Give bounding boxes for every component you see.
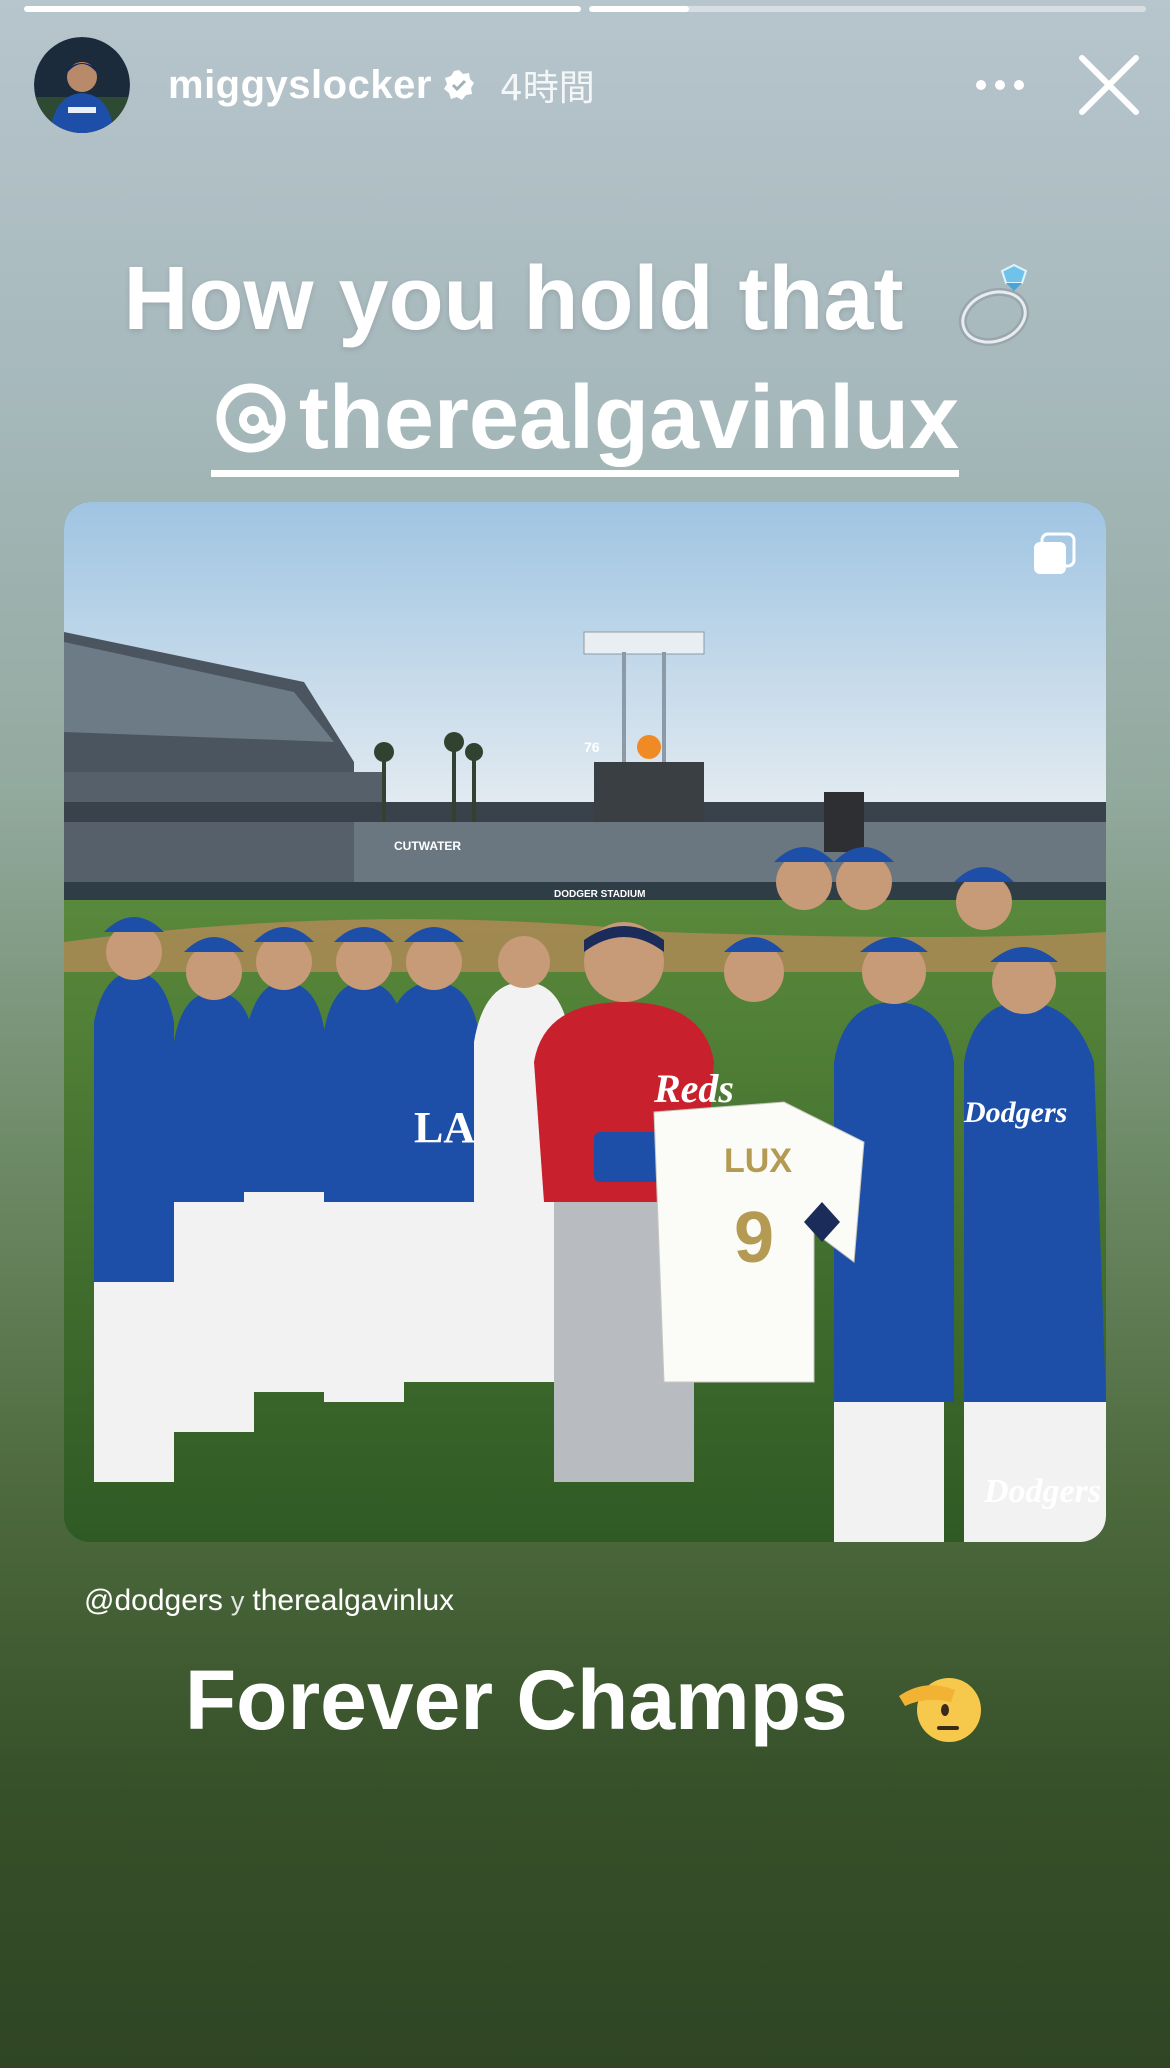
close-icon[interactable]	[1074, 50, 1144, 120]
cap-logo-text: LA	[414, 1103, 475, 1152]
post-credit[interactable]: @dodgers y therealgavinlux	[84, 1584, 454, 1618]
stadium-sign-1: CUTWATER	[394, 839, 461, 853]
red-jersey-text: Reds	[653, 1066, 734, 1111]
verified-badge-icon	[443, 70, 474, 100]
credit-user[interactable]: @dodgers	[84, 1584, 223, 1617]
caption2-text: Forever Champs	[184, 1653, 848, 1747]
more-horizontal-icon[interactable]	[970, 55, 1030, 115]
jersey-name: LUX	[724, 1142, 792, 1180]
mention-username: therealgavinlux	[298, 368, 960, 468]
watermark-text: Dodgers	[983, 1473, 1101, 1510]
progress-segment-2	[589, 6, 1146, 12]
caption-text: How you hold that	[123, 249, 904, 349]
username[interactable]: miggyslocker	[168, 63, 432, 108]
dodgers-jersey-text: Dodgers	[963, 1096, 1067, 1129]
timestamp: 4時間	[499, 68, 595, 109]
mention-sticker[interactable]: therealgavinlux	[0, 370, 1170, 477]
threads-icon	[216, 383, 286, 453]
story-header: miggyslocker 4時間	[34, 36, 1144, 134]
jersey-number: 9	[734, 1198, 774, 1278]
credit-joiner: y	[230, 1586, 245, 1616]
shared-post-photo[interactable]: Reds LUX 9 LA Dodgers 76 CUTWATER DODGER…	[64, 502, 1106, 1542]
story-caption-line1: How you hold that	[0, 248, 1170, 353]
avatar[interactable]	[34, 37, 130, 133]
stadium-sign-2: DODGER STADIUM	[554, 889, 645, 900]
saluting-face-icon	[899, 1677, 982, 1742]
scoreboard-badge: 76	[584, 739, 600, 755]
story-progress	[24, 6, 1146, 12]
story-caption-line2: Forever Champs	[0, 1652, 1170, 1752]
credit-coauthor[interactable]: therealgavinlux	[252, 1584, 454, 1617]
progress-segment-1	[24, 6, 581, 12]
carousel-icon	[1034, 532, 1076, 574]
ring-icon	[959, 264, 1030, 347]
